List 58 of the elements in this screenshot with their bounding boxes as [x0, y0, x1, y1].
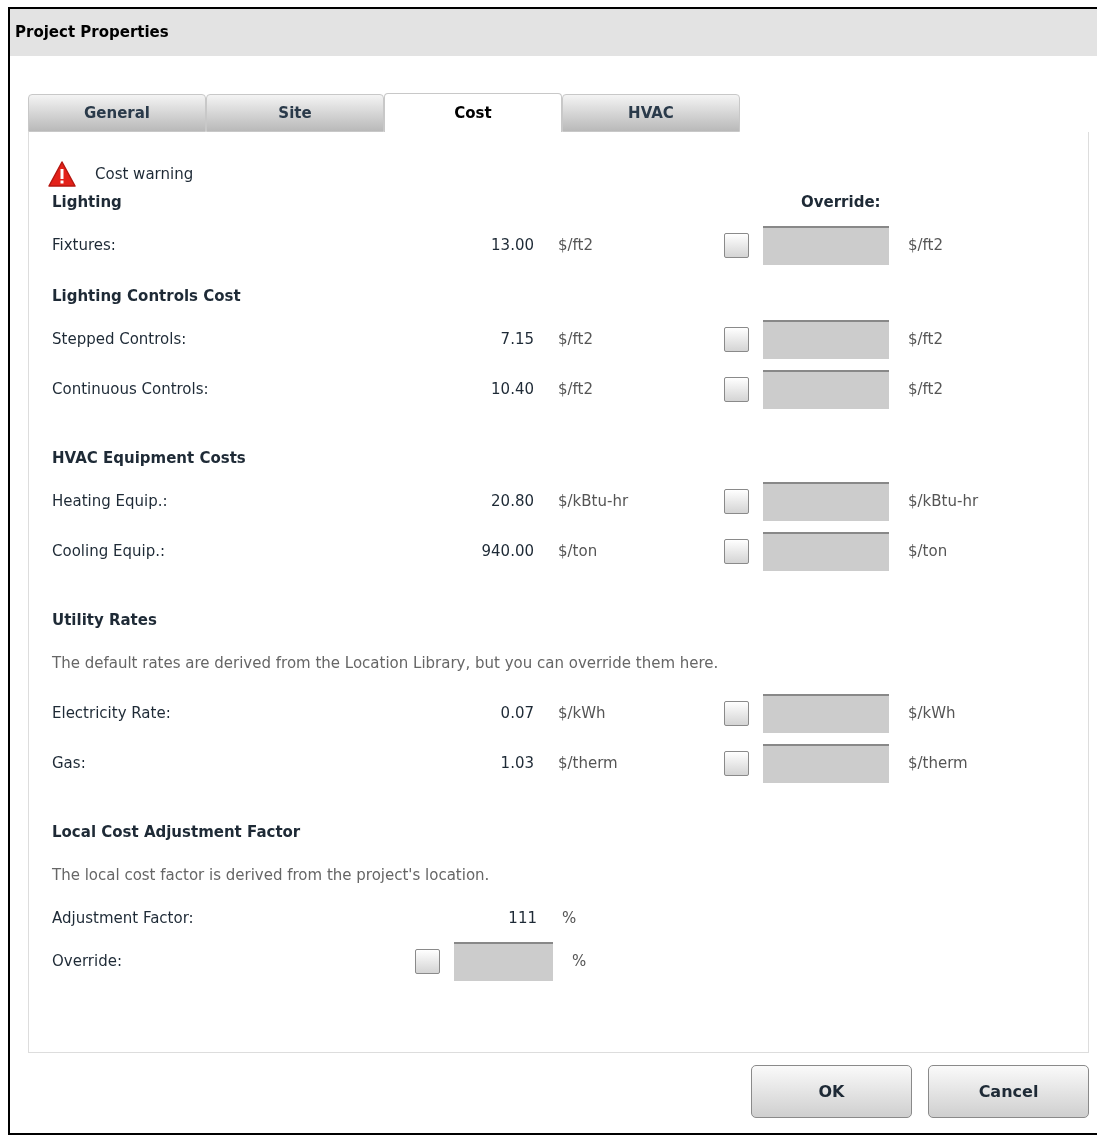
section-note: The local cost factor is derived from the project's location. [52, 864, 490, 886]
section-heading: Lighting [52, 191, 123, 213]
checkbox[interactable] [724, 326, 749, 352]
unit-label: $/ft2 [557, 378, 595, 400]
unit-label: $/kWh [557, 702, 607, 724]
tab[interactable]: General [28, 94, 206, 132]
checkbox[interactable] [724, 232, 749, 258]
default-value: 0.07 [499, 702, 534, 724]
unit-label: $/kBtu-hr [557, 490, 630, 512]
warning-text: Cost warning [95, 163, 194, 185]
row-label: Override: [52, 951, 123, 973]
section-note: The default rates are derived from the Location Library, but you can override them here. [52, 652, 719, 674]
dialog-button[interactable]: OK [751, 1065, 912, 1118]
unit-label: % [561, 907, 577, 929]
row-label: Heating Equip.: [52, 490, 169, 512]
unit-label: $/ft2 [907, 328, 944, 350]
checkbox[interactable] [724, 750, 749, 776]
row-label: Stepped Controls: [52, 328, 188, 350]
unit-label: $/therm [907, 752, 968, 774]
tab[interactable]: Cost [384, 93, 562, 132]
section-heading: HVAC Equipment Costs [52, 447, 246, 469]
window-title: Project Properties [15, 22, 169, 44]
section-heading: Lighting Controls Cost [52, 285, 241, 307]
checkbox[interactable] [415, 949, 440, 974]
unit-label: $/ton [907, 540, 948, 562]
default-value: 13.00 [490, 234, 534, 256]
default-value: 10.40 [490, 378, 534, 400]
unit-label: $/ton [557, 540, 599, 562]
dialog-button[interactable]: Cancel [928, 1065, 1089, 1118]
row-label: Continuous Controls: [52, 378, 210, 400]
warning-icon [47, 160, 77, 188]
section-heading: Local Cost Adjustment Factor [52, 821, 301, 843]
unit-label: $/ft2 [557, 234, 595, 256]
unit-label: $/kBtu-hr [907, 490, 979, 512]
checkbox[interactable] [724, 538, 749, 564]
unit-label: $/therm [557, 752, 619, 774]
section-heading: Utility Rates [52, 609, 157, 631]
row-label: Adjustment Factor: [52, 907, 195, 929]
default-value: 1.03 [499, 752, 534, 774]
unit-label: $/ft2 [557, 328, 595, 350]
override-header: Override: [801, 191, 881, 213]
tab[interactable]: HVAC [562, 94, 740, 132]
checkbox[interactable] [724, 488, 749, 514]
checkbox[interactable] [724, 700, 749, 726]
row-label: Electricity Rate: [52, 702, 172, 724]
row-label: Cooling Equip.: [52, 540, 166, 562]
unit-label: % [571, 951, 587, 973]
default-value: 7.15 [499, 328, 534, 350]
default-value: 20.80 [490, 490, 534, 512]
default-value: 940.00 [480, 540, 534, 562]
row-label: Fixtures: [52, 234, 117, 256]
unit-label: $/kWh [907, 702, 956, 724]
checkbox[interactable] [724, 376, 749, 402]
tab[interactable]: Site [206, 94, 384, 132]
default-value: 111 [507, 907, 537, 929]
unit-label: $/ft2 [907, 234, 944, 256]
row-label: Gas: [52, 752, 87, 774]
unit-label: $/ft2 [907, 378, 944, 400]
